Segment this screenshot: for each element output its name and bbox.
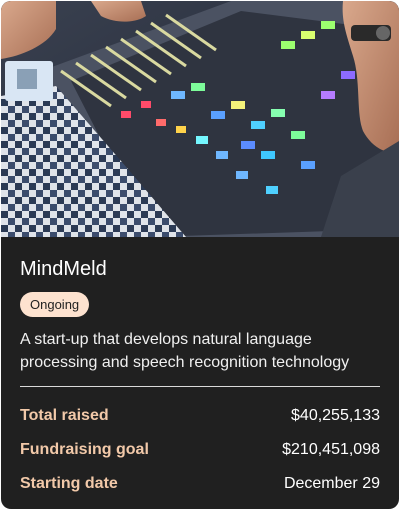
project-card[interactable]: MindMeld Ongoing A start-up that develop…	[1, 1, 399, 509]
status-badge: Ongoing	[20, 292, 90, 317]
stat-value: $210,451,098	[282, 441, 380, 458]
stat-row-fundraising-goal: Fundraising goal $210,451,098	[20, 438, 380, 462]
stat-label: Fundraising goal	[20, 441, 149, 458]
stat-row-starting-date: Starting date December 29	[20, 472, 380, 496]
project-description: A start-up that develops natural languag…	[20, 331, 350, 371]
divider	[20, 386, 380, 387]
project-image	[1, 1, 399, 237]
stat-label: Total raised	[20, 407, 109, 424]
stat-value: $40,255,133	[291, 407, 380, 424]
stat-row-total-raised: Total raised $40,255,133	[20, 404, 380, 428]
stat-label: Starting date	[20, 475, 118, 492]
project-title: MindMeld	[20, 258, 107, 280]
stat-value: December 29	[283, 475, 380, 492]
